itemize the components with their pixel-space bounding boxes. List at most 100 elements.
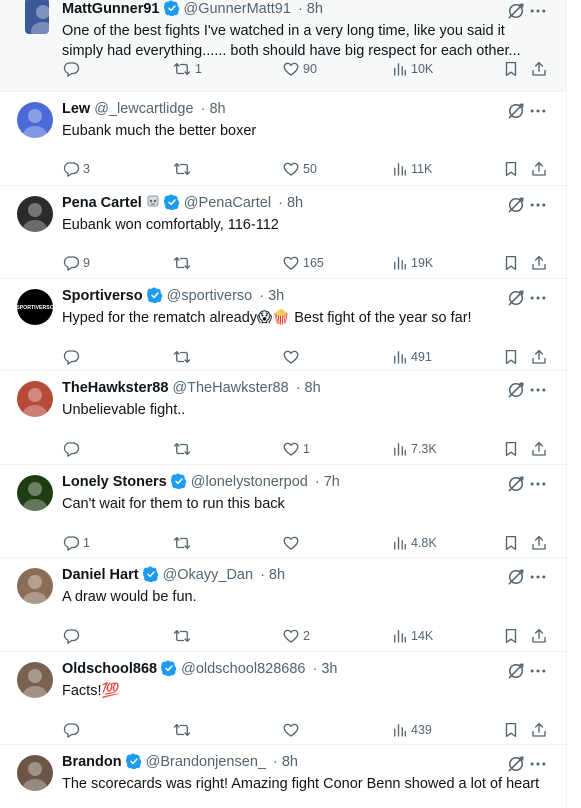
tweet-header: Daniel Hart @Okayy_Dan · 8h	[62, 565, 496, 585]
author-name[interactable]: Daniel Hart	[62, 567, 139, 583]
author-handle[interactable]: @lonelystonerpod	[191, 474, 308, 490]
share-button[interactable]	[530, 253, 548, 273]
views-button[interactable]: 4.8K	[392, 533, 437, 553]
author-handle[interactable]: @GunnerMatt91	[184, 1, 291, 17]
tweet-time[interactable]: · 8h	[260, 567, 285, 583]
retweet-button[interactable]	[172, 626, 195, 646]
share-button[interactable]	[530, 159, 548, 179]
tweet[interactable]: MattGunner91 @GunnerMatt91 · 8h One of th…	[0, 0, 566, 92]
retweet-button[interactable]	[172, 720, 195, 740]
reply-button[interactable]	[62, 439, 83, 459]
views-button[interactable]: 19K	[392, 253, 433, 273]
reply-button[interactable]: 3	[62, 159, 90, 179]
views-button[interactable]: 11K	[392, 159, 432, 179]
like-button[interactable]: 50	[282, 159, 317, 179]
retweet-icon	[172, 721, 192, 739]
tweet[interactable]: Pena Cartel @PenaCartel · 8h Eubank won c…	[0, 186, 566, 279]
tweet-time[interactable]: · 8h	[273, 754, 298, 770]
tweet[interactable]: Daniel Hart @Okayy_Dan · 8h A draw would …	[0, 558, 566, 652]
views-button[interactable]: 491	[392, 347, 432, 367]
like-button[interactable]	[282, 720, 303, 740]
tweet[interactable]: SPORTIVERSO Sportiverso @sportiverso · 3h…	[0, 279, 566, 371]
share-button[interactable]	[530, 439, 548, 459]
avatar[interactable]	[17, 102, 53, 138]
tweet-time[interactable]: · 8h	[201, 101, 226, 117]
reply-icon	[62, 160, 80, 178]
views-icon	[392, 254, 408, 272]
like-button[interactable]: 165	[282, 253, 324, 273]
author-handle[interactable]: @Brandonjensen_	[146, 754, 266, 770]
avatar[interactable]: SPORTIVERSO	[17, 289, 53, 325]
tweet[interactable]: Lew @_lewcartlidge · 8h Eubank much the b…	[0, 92, 566, 186]
reply-button[interactable]: 1	[62, 533, 90, 553]
views-button[interactable]: 439	[392, 720, 432, 740]
retweet-button[interactable]	[172, 533, 195, 553]
avatar[interactable]	[17, 568, 53, 604]
author-name[interactable]: Sportiverso	[62, 288, 143, 304]
like-button[interactable]: 1	[282, 439, 310, 459]
reply-button[interactable]	[62, 720, 83, 740]
retweet-button[interactable]	[172, 347, 195, 367]
author-handle[interactable]: @Okayy_Dan	[163, 567, 253, 583]
reply-button[interactable]: 9	[62, 253, 90, 273]
bookmark-button[interactable]	[502, 533, 520, 553]
tweet-time[interactable]: · 8h	[296, 380, 321, 396]
like-button[interactable]	[282, 533, 303, 553]
share-button[interactable]	[530, 626, 548, 646]
avatar[interactable]	[17, 381, 53, 417]
author-name[interactable]: Oldschool868	[62, 661, 157, 677]
avatar[interactable]	[25, 0, 49, 34]
reply-button[interactable]	[62, 347, 83, 367]
author-name[interactable]: MattGunner91	[62, 1, 160, 17]
author-name[interactable]: Brandon	[62, 754, 122, 770]
tweet-time[interactable]: · 3h	[313, 661, 338, 677]
avatar[interactable]	[17, 196, 53, 232]
share-button[interactable]	[530, 347, 548, 367]
author-handle[interactable]: @TheHawkster88	[172, 380, 288, 396]
retweet-button[interactable]: 1	[172, 59, 202, 79]
tweet[interactable]: TheHawkster88 @TheHawkster88 · 8h Unbelie…	[0, 371, 566, 465]
like-button[interactable]: 90	[282, 59, 317, 79]
bookmark-button[interactable]	[502, 347, 520, 367]
bookmark-button[interactable]	[502, 439, 520, 459]
retweet-button[interactable]	[172, 253, 195, 273]
tweet[interactable]: Brandon @Brandonjensen_ · 8h The scorecar…	[0, 745, 566, 808]
author-name[interactable]: Pena Cartel	[62, 195, 142, 211]
share-button[interactable]	[530, 720, 548, 740]
avatar[interactable]	[17, 755, 53, 791]
tweet[interactable]: Lonely Stoners @lonelystonerpod · 7h Can'…	[0, 465, 566, 558]
tweet-actions: 491	[62, 347, 550, 367]
like-button[interactable]: 2	[282, 626, 310, 646]
author-handle[interactable]: @_lewcartlidge	[94, 101, 193, 117]
views-button[interactable]: 7.3K	[392, 439, 437, 459]
author-name[interactable]: TheHawkster88	[62, 380, 168, 396]
tweet-time[interactable]: · 7h	[315, 474, 340, 490]
author-handle[interactable]: @oldschool828686	[181, 661, 305, 677]
avatar[interactable]	[17, 475, 53, 511]
retweet-button[interactable]	[172, 439, 195, 459]
reply-button[interactable]	[62, 59, 83, 79]
tweet[interactable]: Oldschool868 @oldschool828686 · 3h Facts!…	[0, 652, 566, 745]
bookmark-button[interactable]	[502, 253, 520, 273]
like-button[interactable]	[282, 347, 303, 367]
bookmark-button[interactable]	[502, 626, 520, 646]
bookmark-button[interactable]	[502, 59, 520, 79]
share-button[interactable]	[530, 533, 548, 553]
tweet-header: Sportiverso @sportiverso · 3h	[62, 286, 496, 306]
tweet-time[interactable]: · 8h	[278, 195, 303, 211]
share-icon	[530, 534, 548, 552]
author-handle[interactable]: @sportiverso	[167, 288, 253, 304]
reply-button[interactable]	[62, 626, 83, 646]
bookmark-button[interactable]	[502, 159, 520, 179]
bookmark-button[interactable]	[502, 720, 520, 740]
tweet-time[interactable]: · 8h	[298, 1, 323, 17]
views-button[interactable]: 14K	[392, 626, 433, 646]
author-handle[interactable]: @PenaCartel	[184, 195, 271, 211]
views-button[interactable]: 10K	[392, 59, 433, 79]
share-button[interactable]	[530, 59, 548, 79]
author-name[interactable]: Lew	[62, 101, 90, 117]
retweet-button[interactable]	[172, 159, 195, 179]
tweet-time[interactable]: · 3h	[259, 288, 284, 304]
author-name[interactable]: Lonely Stoners	[62, 474, 167, 490]
avatar[interactable]	[17, 662, 53, 698]
